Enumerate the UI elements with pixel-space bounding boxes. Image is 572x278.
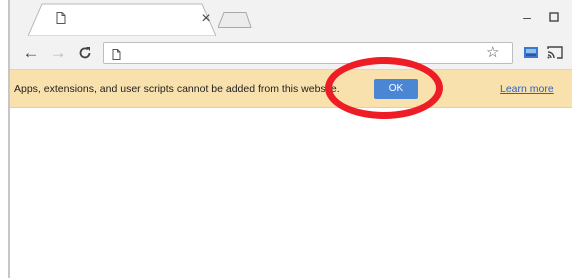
new-tab-icon[interactable] <box>217 12 252 33</box>
cast-icon[interactable] <box>547 44 563 65</box>
title-bar: × – <box>10 0 572 36</box>
minimize-icon[interactable]: – <box>518 9 536 25</box>
close-icon[interactable]: × <box>198 11 214 27</box>
back-arrow-icon[interactable]: ← <box>22 44 40 62</box>
toolbar: ← → ☆ <box>10 36 572 70</box>
reload-icon[interactable] <box>76 44 94 62</box>
ok-button[interactable]: OK <box>374 79 418 99</box>
page-icon <box>112 47 121 65</box>
maximize-icon[interactable] <box>545 9 563 25</box>
address-bar[interactable]: ☆ <box>103 42 513 64</box>
browser-tab[interactable]: × <box>28 2 216 36</box>
browser-window: × – ← → ☆ Apps, extensions, and user scr… <box>8 0 572 278</box>
learn-more-link[interactable]: Learn more <box>500 83 554 95</box>
infobar-message: Apps, extensions, and user scripts canno… <box>14 83 340 95</box>
infobar: Apps, extensions, and user scripts canno… <box>10 70 572 108</box>
forward-arrow-icon[interactable]: → <box>49 44 67 62</box>
page-content <box>10 108 572 278</box>
extension-icon[interactable] <box>523 44 539 65</box>
star-icon[interactable]: ☆ <box>486 44 499 62</box>
